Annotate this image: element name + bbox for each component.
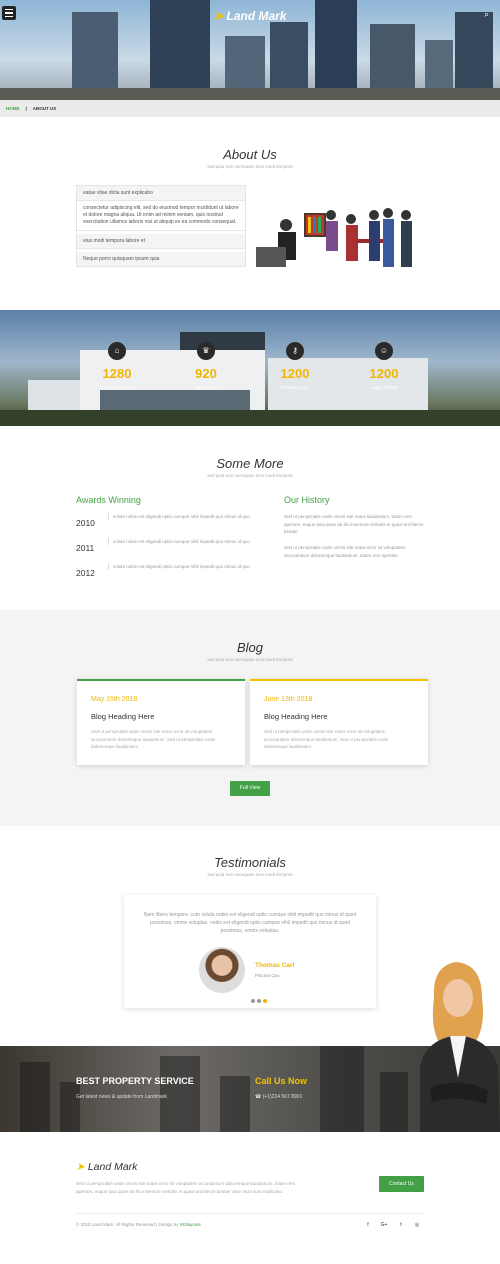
stat-awards-win: ♛ 920 Awards Win (166, 342, 246, 390)
carousel-dot[interactable] (257, 999, 261, 1003)
blog-date: June 13th 2018 (264, 696, 313, 703)
team-illustration (256, 208, 412, 267)
dribbble-icon[interactable]: ◎ (413, 1222, 421, 1228)
agent-photo (420, 962, 500, 1132)
blog-excerpt: Sed ut perspiciatis unde omnis iste natu… (91, 729, 216, 749)
more-title: Some More (216, 456, 284, 471)
award-text: soluta nobis est eligendi optio cumque n… (108, 513, 258, 520)
accordion: eatae vitae dicta sunt explicabo consect… (76, 185, 246, 267)
service-title: BEST PROPERTY SERVICE (76, 1076, 194, 1086)
testimonial-name: Thomas Carl (255, 962, 295, 969)
blog-date: May 15th 2018 (91, 696, 138, 703)
award-text: soluta nobis est eligendi optio cumque n… (108, 563, 258, 570)
facebook-icon[interactable]: f (364, 1222, 372, 1228)
about-subtitle: sed quia non numquam eius modi tempora (207, 164, 293, 169)
stat-property-sold: ⚷ 1200 Property Sold (255, 342, 335, 390)
avatar (199, 947, 245, 993)
breadcrumb: HOME | ABOUT US (0, 100, 500, 117)
phone-icon: ☎ (255, 1094, 263, 1100)
stat-complete-project: ⌂ 1280 Complete Project (77, 342, 157, 390)
testimonial-quote: Nam libero tempore, cum soluta nobis est… (143, 912, 357, 934)
stat-happy-clients: ☺ 1200 Happy Clients (344, 342, 424, 390)
about-title: About Us (223, 147, 277, 162)
awards-title: Awards Winning (76, 495, 141, 505)
paper-plane-icon: ➤ (213, 9, 224, 23)
blog-heading[interactable]: Blog Heading Here (91, 712, 154, 721)
blog-heading[interactable]: Blog Heading Here (264, 712, 327, 721)
accordion-body-1: consectetur adipiscing elit, sed do eius… (77, 201, 245, 231)
history-title: Our History (284, 495, 330, 505)
accordion-item-1[interactable]: eatae vitae dicta sunt explicabo (77, 186, 245, 201)
award-year: 2011 (76, 543, 95, 553)
footer-logo[interactable]: ➤ Land Mark (76, 1161, 137, 1173)
twitter-icon[interactable]: t (397, 1222, 405, 1228)
testimonials-subtitle: sed quia non numquam eius modi tempora (207, 872, 293, 877)
breadcrumb-separator: | (25, 106, 27, 111)
carousel-dot-active[interactable] (263, 999, 267, 1003)
key-icon: ⚷ (286, 342, 304, 360)
paper-plane-icon: ➤ (76, 1161, 85, 1173)
accordion-item-2[interactable]: eius modi tempora labore et (77, 234, 245, 249)
breadcrumb-home[interactable]: HOME (6, 106, 20, 111)
award-text: soluta nobis est eligendi optio cumque n… (108, 538, 258, 545)
designer-link[interactable]: W3layouts (180, 1222, 201, 1227)
breadcrumb-current: ABOUT US (32, 106, 57, 111)
award-year: 2010 (76, 518, 95, 528)
carousel-dot[interactable] (251, 999, 255, 1003)
testimonial-role: Placeat Quo (255, 973, 280, 978)
smile-icon: ☺ (375, 342, 393, 360)
blog-excerpt: Sed ut perspiciatis unde omnis iste natu… (264, 729, 389, 749)
home-icon: ⌂ (108, 342, 126, 360)
trophy-icon: ♛ (197, 342, 215, 360)
footer-divider (76, 1213, 424, 1214)
blog-title: Blog (236, 640, 264, 655)
google-plus-icon[interactable]: G+ (380, 1222, 388, 1228)
accordion-item-3[interactable]: Neque porro quisquam ipsum quia (77, 252, 245, 266)
footer-text: Sed ut perspiciatis unde omnis iste natu… (76, 1181, 296, 1194)
blog-card[interactable]: May 15th 2018 Blog Heading Here Sed ut p… (77, 679, 245, 765)
more-subtitle: sed quia non numquam eius modi tempora (207, 473, 293, 478)
stats-banner (0, 310, 500, 426)
copyright: © 2018 Land Mark. All Rights Reserved | … (76, 1222, 201, 1227)
history-paragraph-1: Sed ut perspiciatis unde omnis iste natu… (284, 514, 424, 534)
blog-card[interactable]: June 13th 2018 Blog Heading Here Sed ut … (250, 679, 428, 765)
history-paragraph-2: Sed ut perspiciatis unde omnis iste natu… (284, 545, 406, 558)
phone-number[interactable]: ☎ (+1)234 567 8901 (255, 1094, 302, 1100)
blog-subtitle: sed quia non numquam eius modi tempora (207, 657, 293, 662)
contact-us-button[interactable]: Contact Us (379, 1176, 424, 1192)
header-logo[interactable]: ➤ Land Mark (0, 9, 500, 23)
full-view-button[interactable]: Full View (230, 781, 270, 796)
service-subtitle: Get latest news & update from Landmark (76, 1094, 167, 1100)
search-icon[interactable]: ⌕ (484, 9, 494, 19)
testimonials-title: Testimonials (214, 855, 286, 870)
award-year: 2012 (76, 568, 95, 578)
call-title: Call Us Now (255, 1076, 308, 1086)
